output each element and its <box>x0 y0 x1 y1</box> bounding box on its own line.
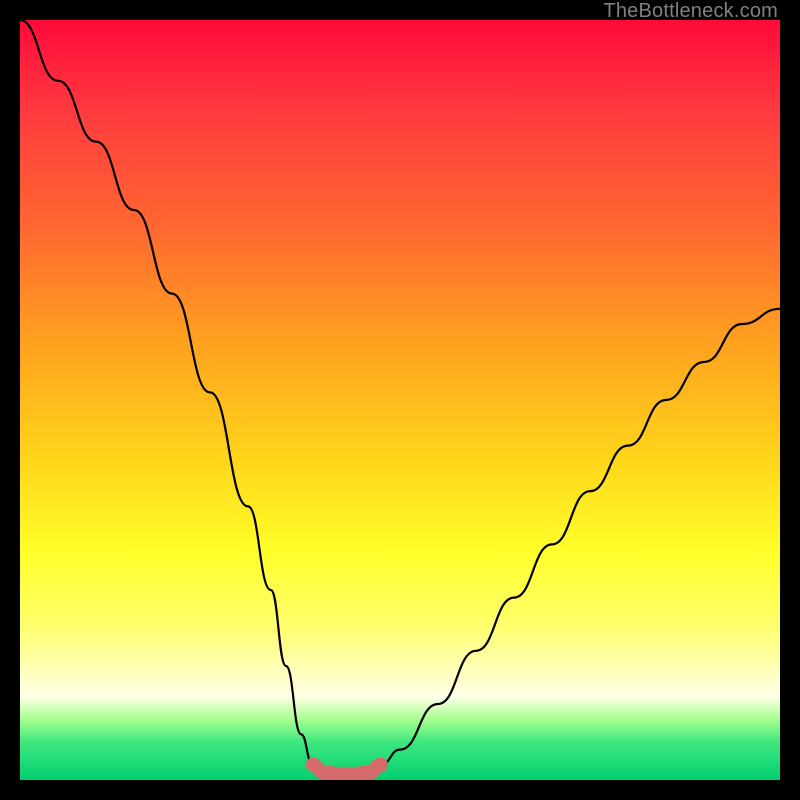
left-curve <box>20 20 313 765</box>
curve-layer <box>20 20 780 780</box>
right-curve <box>381 309 780 765</box>
plot-area <box>20 20 780 780</box>
chart-frame: TheBottleneck.com <box>0 0 800 800</box>
floor-marker <box>313 765 381 774</box>
watermark-text: TheBottleneck.com <box>603 0 778 23</box>
